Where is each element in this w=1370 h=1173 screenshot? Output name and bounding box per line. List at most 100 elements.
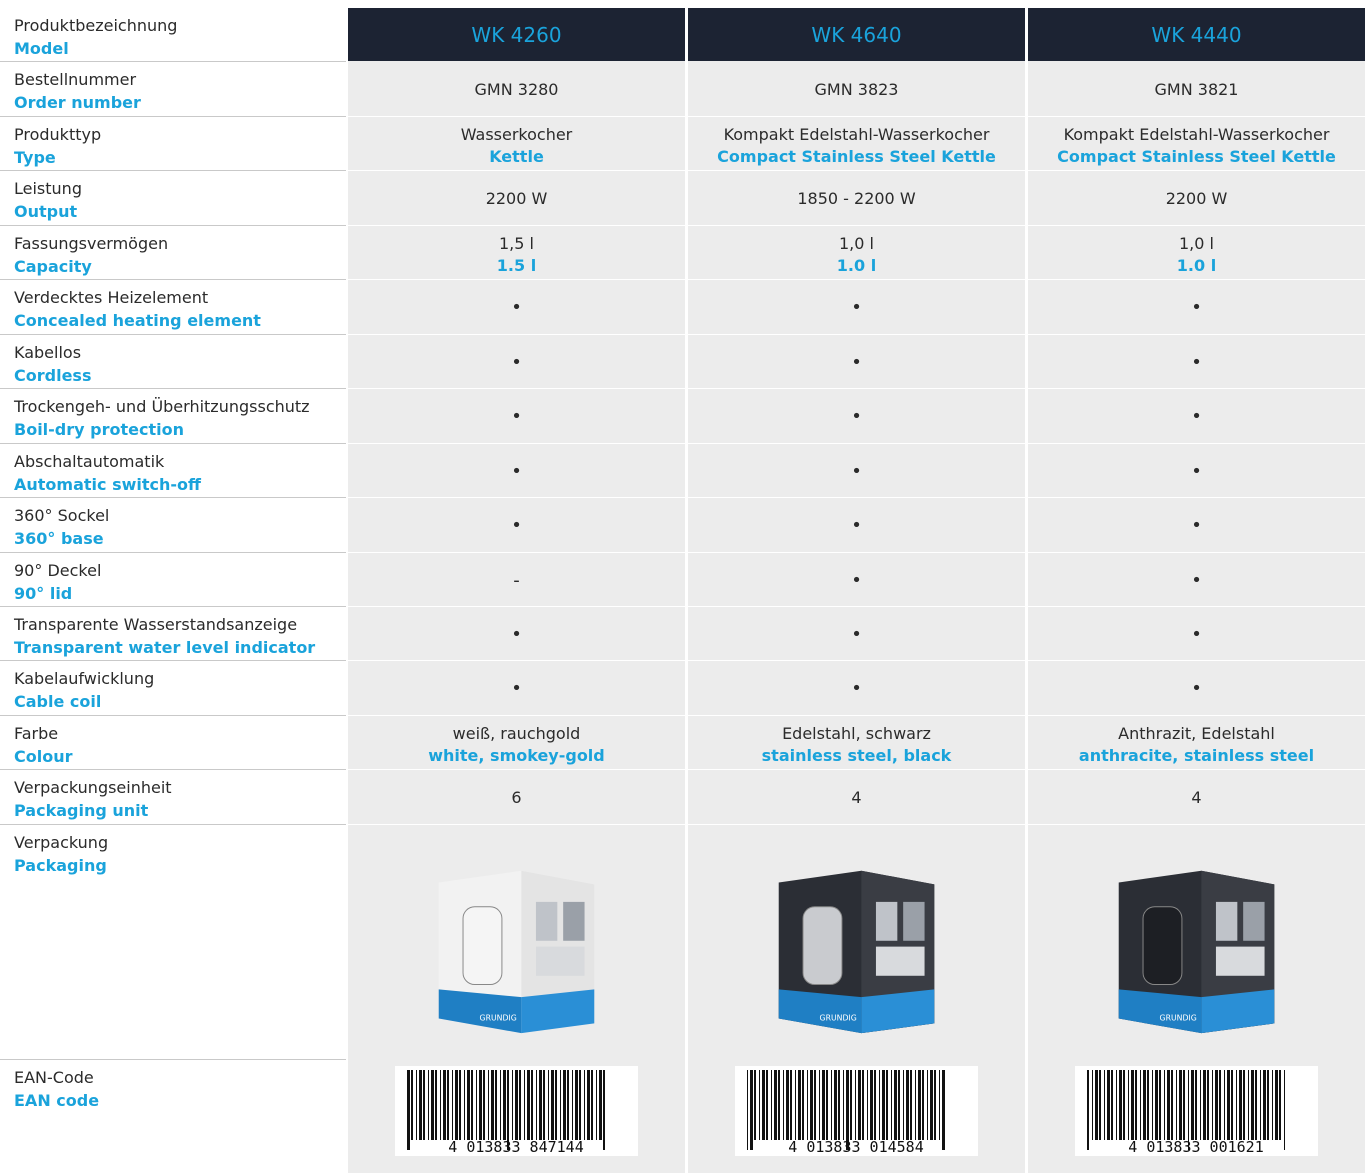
cell-de: 1,0 l (839, 234, 874, 253)
value-cell: 6 (348, 770, 685, 825)
feature-cell: • (688, 444, 1025, 498)
row-label: Kabellos Cordless (0, 335, 346, 389)
row-label: Trockengeh- und Überhitzungsschutz Boil-d… (0, 389, 346, 444)
label-de: Verdecktes Heizelement (14, 288, 209, 307)
label-en: Type (14, 148, 56, 167)
value-cell: 4 (688, 770, 1025, 825)
row-label: Bestellnummer Order number (0, 62, 346, 117)
cell-de: Wasserkocher (460, 125, 573, 144)
packaging-image-cell: GRUNDIG (688, 825, 1025, 1060)
feature-cell: • (1028, 607, 1365, 661)
model-name: WK 4260 (471, 23, 562, 47)
feature-cell: • (688, 661, 1025, 716)
label-en: Model (14, 39, 69, 58)
feature-cell: - (348, 553, 685, 607)
label-de: Trockengeh- und Überhitzungsschutz (14, 397, 310, 416)
product-column: WK 4260 GMN 3280 Wasserkocher Kettle 2200 W 1… (348, 8, 685, 1173)
model-header: WK 4640 (688, 8, 1025, 61)
row-label: Produkttyp Type (0, 117, 346, 171)
cell-de: Anthrazit, Edelstahl (1118, 724, 1275, 743)
cell-de: weiß, rauchgold (452, 724, 581, 743)
feature-mark: - (513, 570, 520, 591)
feature-mark: • (1191, 515, 1202, 536)
brand-on-box: GRUNDIG (1160, 1014, 1197, 1023)
label-en: Cable coil (14, 692, 102, 711)
label-de: EAN-Code (14, 1068, 94, 1087)
feature-mark: • (1191, 406, 1202, 427)
feature-cell: • (688, 280, 1025, 335)
cell-bilingual: Wasserkocher Kettle (348, 117, 685, 171)
label-de: Produktbezeichnung (14, 16, 178, 35)
cell-en: white, smokey-gold (428, 746, 605, 765)
packaging-image: GRUNDIG (438, 870, 595, 1034)
feature-mark: • (851, 461, 862, 482)
product-column: WK 4440 GMN 3821 Kompakt Edelstahl-Wasserk… (1028, 8, 1365, 1173)
feature-cell: • (348, 335, 685, 389)
packaging-image: GRUNDIG (778, 870, 935, 1034)
cell-bilingual: Edelstahl, schwarz stainless steel, black (688, 716, 1025, 770)
label-de: 360° Sockel (14, 506, 110, 525)
ean-number: 4 013833 847144 (448, 1138, 583, 1156)
value-cell: 1850 - 2200 W (688, 171, 1025, 226)
value-cell: 2200 W (348, 171, 685, 226)
label-de: 90° Deckel (14, 561, 102, 580)
label-de: Kabelaufwicklung (14, 669, 155, 688)
model-header: WK 4440 (1028, 8, 1365, 61)
feature-mark: • (1191, 678, 1202, 699)
packaging-image-cell: GRUNDIG (1028, 825, 1365, 1060)
ean-barcode: 4 013833 001621 (1075, 1066, 1318, 1156)
row-label: 360° Sockel 360° base (0, 498, 346, 553)
model-name: WK 4640 (811, 23, 902, 47)
label-de: Bestellnummer (14, 70, 137, 89)
label-en: Cordless (14, 366, 92, 385)
label-de: Fassungsvermögen (14, 234, 169, 253)
label-en: Automatic switch-off (14, 475, 201, 494)
row-label: Kabelaufwicklung Cable coil (0, 661, 346, 716)
feature-cell: • (348, 607, 685, 661)
ean-cell: 4 013833 014584 (688, 1060, 1025, 1170)
feature-cell: • (348, 280, 685, 335)
row-label: Farbe Colour (0, 716, 346, 770)
feature-mark: • (851, 570, 862, 591)
cell-bilingual: Kompakt Edelstahl-Wasserkocher Compact St… (1028, 117, 1365, 171)
value-cell: GMN 3280 (348, 62, 685, 117)
label-de: Transparente Wasserstandsanzeige (14, 615, 298, 634)
cell-value: GMN 3821 (1154, 80, 1239, 99)
feature-mark: • (851, 678, 862, 699)
feature-cell: • (688, 498, 1025, 553)
packaging-image: GRUNDIG (1118, 870, 1275, 1034)
row-label: Produktbezeichnung Model (0, 8, 346, 62)
brand-on-box: GRUNDIG (480, 1014, 517, 1023)
cell-bilingual: Anthrazit, Edelstahl anthracite, stainles… (1028, 716, 1365, 770)
label-de: Verpackungseinheit (14, 778, 172, 797)
value-cell: 2200 W (1028, 171, 1365, 226)
feature-mark: • (851, 352, 862, 373)
model-name: WK 4440 (1151, 23, 1242, 47)
ean-barcode: 4 013833 014584 (735, 1066, 978, 1156)
cell-en: 1.0 l (1176, 256, 1217, 275)
label-en: Output (14, 202, 78, 221)
cell-value: 4 (1191, 788, 1202, 807)
feature-cell: • (1028, 498, 1365, 553)
feature-cell: • (348, 389, 685, 444)
packaging-image-cell: GRUNDIG (348, 825, 685, 1060)
cell-de: 1,5 l (499, 234, 534, 253)
feature-mark: • (511, 461, 522, 482)
label-de: Farbe (14, 724, 59, 743)
ean-cell: 4 013833 001621 (1028, 1060, 1365, 1170)
ean-barcode: 4 013833 847144 (395, 1066, 638, 1156)
feature-cell: • (1028, 335, 1365, 389)
row-label: Fassungsvermögen Capacity (0, 226, 346, 280)
value-cell: GMN 3823 (688, 62, 1025, 117)
label-en: Order number (14, 93, 141, 112)
row-label: EAN-Code EAN code (0, 1060, 346, 1173)
label-en: EAN code (14, 1091, 100, 1110)
feature-cell: • (348, 444, 685, 498)
feature-mark: • (851, 624, 862, 645)
cell-bilingual: Kompakt Edelstahl-Wasserkocher Compact St… (688, 117, 1025, 171)
cell-en: 1.0 l (836, 256, 877, 275)
ean-cell: 4 013833 847144 (348, 1060, 685, 1170)
feature-cell: • (1028, 661, 1365, 716)
label-en: Transparent water level indicator (14, 638, 316, 657)
label-de: Kabellos (14, 343, 82, 362)
